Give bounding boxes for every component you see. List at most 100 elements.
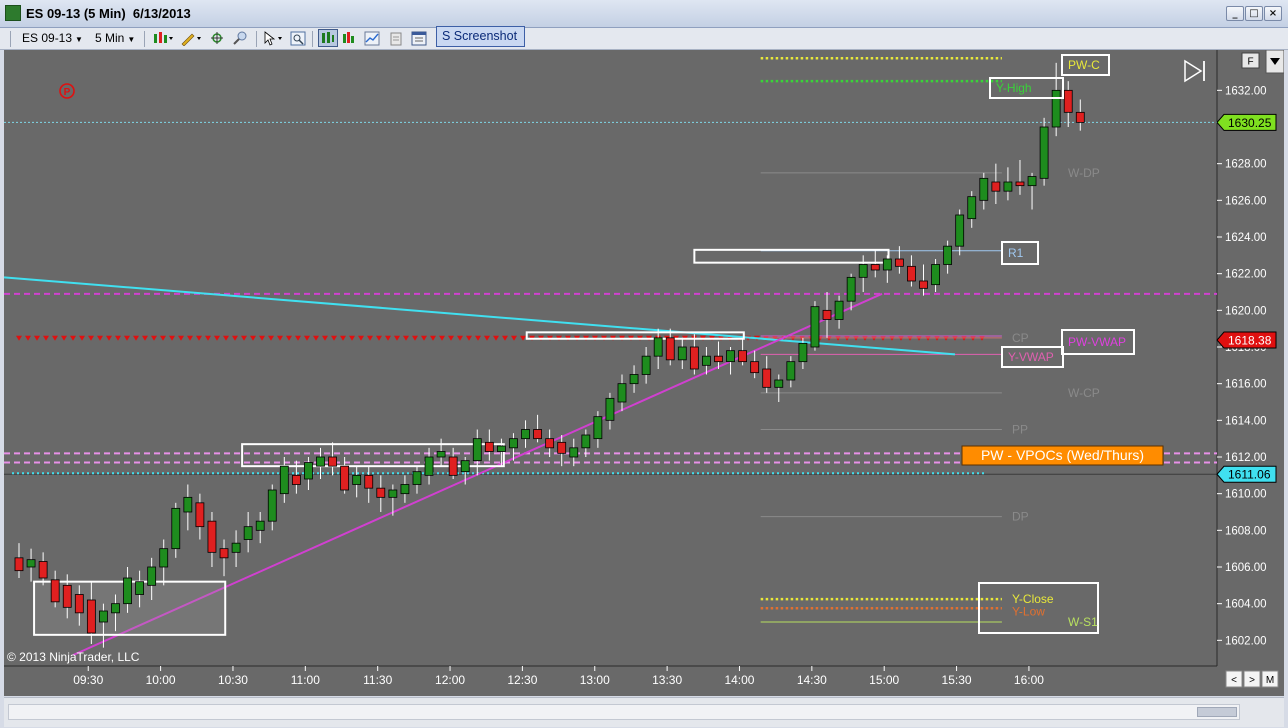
candle-body [207, 520, 217, 553]
y-tick-label: 1628.00 [1225, 159, 1267, 171]
close-button[interactable]: × [1264, 6, 1282, 21]
candle-body [714, 355, 723, 363]
candle-body [364, 474, 374, 489]
bar-type-icon[interactable] [152, 31, 174, 46]
chevron-down-icon: ▼ [127, 35, 136, 44]
candle-body [1015, 181, 1025, 187]
candle-body [400, 484, 410, 495]
candle-body [231, 542, 241, 553]
candle-body [979, 177, 989, 201]
candle-body [894, 258, 904, 267]
f-button-label: F [1247, 57, 1253, 68]
candle-body [593, 416, 603, 440]
scrollbar-thumb[interactable] [1197, 707, 1237, 717]
candle-body [304, 462, 313, 480]
candle-body [846, 276, 856, 302]
data-box-icon[interactable] [290, 31, 306, 46]
candle-body [135, 581, 145, 595]
bars-icon[interactable] [318, 29, 338, 47]
y-low-label: Y-Low [1012, 604, 1045, 618]
indicators-icon[interactable] [341, 31, 357, 46]
window-title-bar: ES 09-13 (5 Min) 6/13/2013 _ □ × [0, 0, 1288, 28]
cyan-level-marker-label: 1611.06 [1228, 468, 1271, 482]
candle-body [822, 309, 832, 320]
candle-body [448, 456, 458, 476]
candle-body [750, 361, 760, 374]
interval-selector[interactable]: 5 Min ▼ [95, 31, 135, 45]
strategies-icon[interactable] [364, 31, 380, 46]
r1-label: R1 [1008, 246, 1024, 260]
zoom-icon[interactable] [232, 31, 248, 46]
properties-icon[interactable] [411, 31, 427, 46]
candle-body [798, 342, 808, 363]
candle-body [472, 438, 482, 462]
x-tick-label: 09:30 [73, 673, 103, 687]
candle-body [291, 474, 301, 485]
candle-body [388, 489, 398, 498]
up-candle [810, 301, 820, 351]
ninjatrader-app-icon [5, 5, 21, 21]
candle-body [665, 337, 675, 361]
instrument-selector[interactable]: ES 09-13 ▼ [22, 31, 83, 45]
w-s1-label: W-S1 [1068, 615, 1098, 629]
candle-body [581, 434, 591, 449]
price-chart[interactable]: PW-C Y-High W-DP R1 CP PW-VWAP Y-VWAP W-CP PP DP P… [4, 50, 1284, 696]
x-tick-label: 13:30 [652, 673, 682, 687]
maximize-button[interactable]: □ [1245, 6, 1263, 21]
candle-body [521, 429, 530, 440]
screenshot-button[interactable]: S Screenshot [436, 26, 525, 47]
x-tick-label: 15:00 [869, 673, 899, 687]
candle-body [726, 350, 735, 363]
y-tick-label: 1604.00 [1225, 599, 1267, 611]
candle-body [183, 496, 193, 513]
horizontal-scrollbar[interactable] [4, 697, 1284, 727]
scroll-right-label: > [1249, 675, 1255, 686]
candle-body [1039, 126, 1049, 179]
candle-body [967, 196, 977, 220]
y-tick-label: 1626.00 [1225, 195, 1267, 207]
scrollbar-track[interactable] [8, 704, 1240, 720]
y-tick-label: 1610.00 [1225, 489, 1267, 501]
x-tick-label: 10:00 [146, 673, 176, 687]
candle-body [545, 438, 555, 449]
candle-body [557, 441, 567, 454]
template-icon[interactable] [388, 31, 404, 46]
candle-body [991, 181, 1001, 192]
candle-body [484, 441, 494, 452]
x-tick-label: 14:30 [797, 673, 827, 687]
toolbar-separator [256, 31, 257, 47]
candle-body [340, 465, 350, 491]
x-tick-label: 15:30 [942, 673, 972, 687]
up-candle [1039, 117, 1049, 186]
candle-body [774, 379, 784, 388]
y-tick-label: 1616.00 [1225, 379, 1267, 391]
scroll-left-label: < [1231, 675, 1237, 686]
candle-body [279, 465, 289, 495]
candle-body [38, 561, 48, 579]
cp-label: CP [1012, 331, 1029, 345]
chart-toolbar: ES 09-13 ▼ 5 Min ▼ [0, 28, 1288, 50]
toolbar-separator [144, 31, 145, 47]
candle-body [1003, 181, 1013, 192]
minimize-button[interactable]: _ [1226, 6, 1244, 21]
candle-body [147, 566, 157, 586]
candle-body [50, 579, 60, 603]
y-vwap-label: Y-VWAP [1008, 350, 1054, 364]
candle-body [1075, 111, 1085, 123]
candle-body [533, 429, 542, 440]
chart-panel[interactable]: PW-C Y-High W-DP R1 CP PW-VWAP Y-VWAP W-CP PP DP P… [4, 50, 1284, 696]
candle-body [376, 487, 386, 498]
candle-body [219, 548, 229, 559]
x-tick-label: 11:00 [291, 673, 320, 687]
toolbar-separator [312, 31, 313, 47]
draw-tool-icon[interactable] [180, 31, 204, 46]
candle-body [171, 507, 181, 550]
candle-body [1063, 89, 1073, 113]
candle-body [111, 603, 120, 614]
crosshair-icon[interactable] [210, 31, 226, 46]
pointer-icon[interactable] [262, 31, 286, 46]
candle-body [858, 264, 868, 278]
candle-body [1027, 176, 1037, 187]
y-tick-label: 1614.00 [1225, 415, 1267, 427]
vpoc-label: PW - VPOCs (Wed/Thurs) [981, 447, 1144, 463]
